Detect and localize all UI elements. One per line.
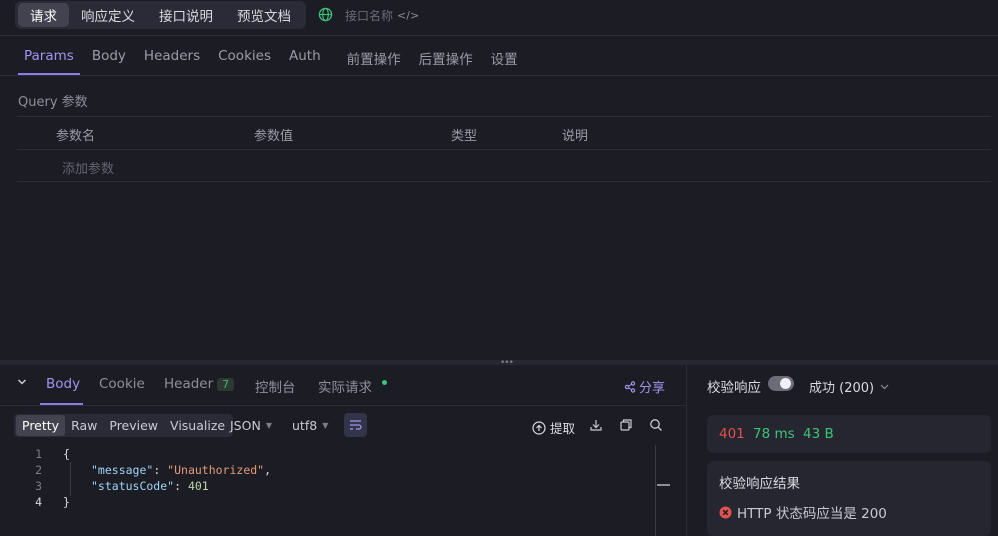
view-pretty[interactable]: Pretty [16,415,66,436]
copy-icon[interactable] [619,418,633,432]
panel-splitter[interactable] [0,360,998,365]
encoding-value: utf8 [292,418,318,433]
add-param-row[interactable]: 添加参数 [17,149,991,182]
json-number: 401 [187,479,209,493]
column-param-value: 参数值 [254,129,294,144]
line-number: 3 [35,479,42,493]
panel-divider [686,365,687,536]
expected-response-value: 成功 (200) [809,381,875,396]
column-type: 类型 [451,129,478,144]
validation-error: HTTP 状态码应当是 200 [719,502,887,522]
divider [0,75,998,76]
view-mode-toggle: Pretty Raw Preview Visualize [14,414,234,437]
tab-preview-doc[interactable]: 预览文档 [225,3,303,27]
response-code-editor[interactable]: 1 2 3 4 { "message": "Unauthorized", "st… [14,444,670,536]
tab-pre-operations[interactable]: 前置操作 [341,45,407,75]
header-count-badge: 7 [217,378,235,391]
code-line-status: "statusCode": 401 [91,479,209,493]
drag-handle-icon[interactable]: ••• [500,359,514,368]
params-table-header: 参数名 参数值 类型 说明 [17,116,991,149]
chevron-down-icon: ▼ [265,421,272,430]
query-params-label: Query 参数 [18,95,88,110]
code-line-message: "message": "Unauthorized", [91,463,272,477]
status-dot [382,380,387,385]
json-key: "message" [91,463,154,477]
response-stats-card: 401 78 ms 43 B [707,415,991,453]
expected-response-select[interactable]: 成功 (200) [809,377,889,396]
code-close-brace: } [63,495,70,509]
validation-result-card: 校验响应结果 HTTP 状态码应当是 200 [707,461,991,536]
scrollbar-marker [657,484,670,486]
tab-api-description[interactable]: 接口说明 [147,3,225,27]
word-wrap-button[interactable] [344,413,367,437]
line-number: 1 [35,447,42,461]
share-icon [624,380,636,393]
tab-response-header-label: Header [164,376,214,392]
api-name-field[interactable]: 接口名称 </> [345,7,419,24]
view-visualize[interactable]: Visualize [164,415,231,436]
tab-response-body[interactable]: Body [46,376,80,392]
validate-response-label: 校验响应 [707,380,761,396]
tab-actual-request[interactable]: 实际请求 [318,376,372,396]
json-key: "statusCode" [91,479,175,493]
tab-request[interactable]: 请求 [18,3,69,27]
validation-result-title: 校验响应结果 [719,476,800,492]
line-number: 4 [35,495,42,509]
editor-scrollbar[interactable] [655,445,656,536]
format-value: JSON [230,418,261,433]
api-name-placeholder: 接口名称 [345,9,394,23]
status-code: 401 [719,426,745,442]
chevron-down-icon[interactable] [17,377,27,387]
tab-post-operations[interactable]: 后置操作 [413,45,479,75]
tab-response-cookie[interactable]: Cookie [99,376,145,392]
top-tab-bar: 请求 响应定义 接口说明 预览文档 [15,1,306,29]
validation-error-text: HTTP 状态码应当是 200 [737,506,887,522]
divider [0,35,998,36]
add-param-input[interactable]: 添加参数 [62,158,114,177]
response-size: 43 B [803,426,834,442]
view-preview[interactable]: Preview [103,415,164,436]
error-icon [719,506,732,518]
toggle-knob [780,378,791,389]
share-button[interactable]: 分享 [624,377,665,396]
code-icon[interactable]: </> [397,9,419,22]
format-select[interactable]: JSON ▼ [230,418,272,433]
view-raw[interactable]: Raw [65,415,103,436]
tab-response-definition[interactable]: 响应定义 [69,3,147,27]
response-time: 78 ms [753,426,795,442]
divider [0,405,686,406]
encoding-select[interactable]: utf8 ▼ [292,418,328,433]
tab-cookies[interactable]: Cookies [212,45,277,75]
request-tab-bar: Params Body Headers Cookies Auth 前置操作 后置… [18,45,530,75]
wrap-icon [350,420,362,430]
json-string: "Unauthorized" [167,463,265,477]
chevron-down-icon: ▼ [322,421,329,430]
indent-guide [70,462,71,496]
tab-params[interactable]: Params [18,45,80,75]
tab-headers[interactable]: Headers [138,45,206,75]
validate-response-toggle[interactable] [768,376,794,391]
extract-button[interactable]: 提取 [532,418,575,437]
search-icon[interactable] [649,418,663,432]
globe-icon[interactable] [318,7,333,22]
tab-auth[interactable]: Auth [283,45,327,75]
line-number: 2 [35,463,42,477]
extract-icon [532,420,546,435]
column-description: 说明 [562,129,589,144]
chevron-down-icon [880,384,889,389]
share-label: 分享 [639,381,666,396]
download-icon[interactable] [589,418,603,432]
code-open-brace: { [63,447,70,461]
column-param-name: 参数名 [56,129,96,144]
extract-label: 提取 [550,421,576,436]
tab-response-header[interactable]: Header 7 [164,376,235,392]
tab-console[interactable]: 控制台 [255,376,296,396]
tab-settings[interactable]: 设置 [485,45,524,75]
tab-body[interactable]: Body [86,45,132,75]
